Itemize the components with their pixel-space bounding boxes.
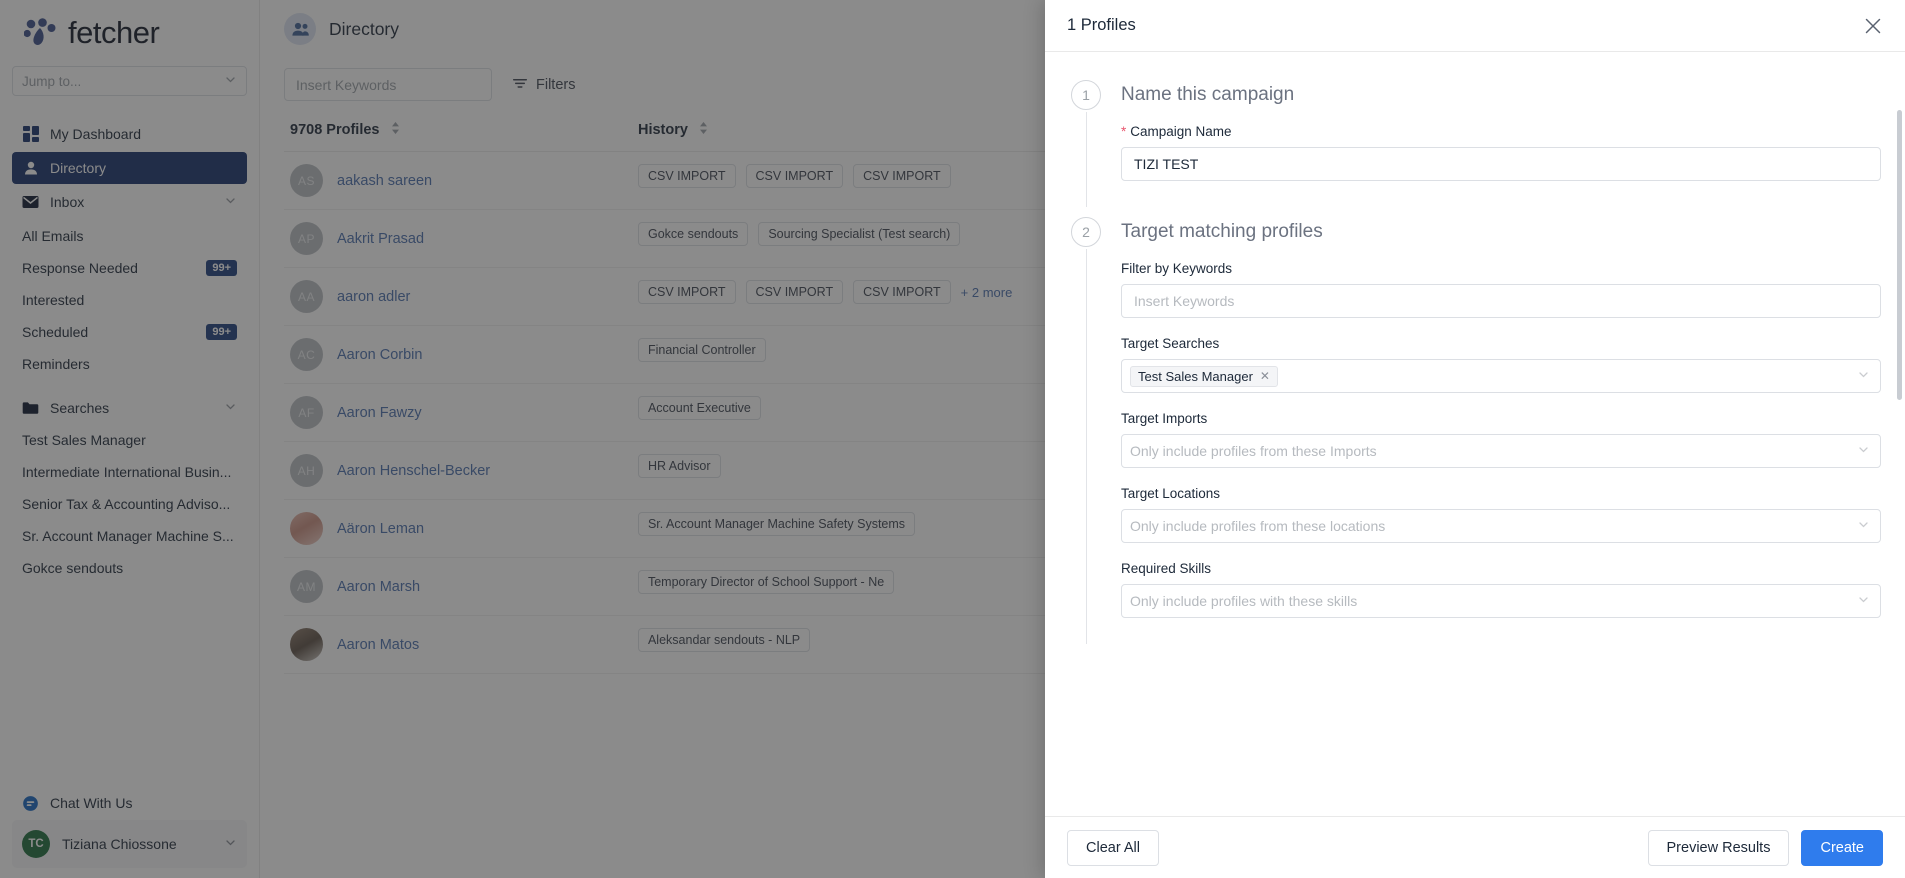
step-connector [1085,112,1087,207]
field-target-searches: Target Searches Test Sales Manager ✕ [1121,336,1881,393]
step-title: Target matching profiles [1121,221,1323,242]
required-indicator: * [1121,124,1127,139]
create-button[interactable]: Create [1801,829,1883,866]
drawer-header: 1 Profiles [1045,0,1905,52]
drawer-title: 1 Profiles [1067,16,1136,34]
select-placeholder: Only include profiles with these skills [1130,593,1358,609]
field-label: Target Searches [1121,336,1220,351]
field-label: Filter by Keywords [1121,261,1233,276]
field-label: Target Locations [1121,486,1221,501]
field-label: Target Imports [1121,411,1208,426]
chevron-down-icon [1857,368,1870,384]
drawer-footer: Clear All Preview Results Create [1045,816,1905,878]
target-searches-select[interactable]: Test Sales Manager ✕ [1121,359,1881,393]
step-number: 1 [1071,80,1101,110]
app-root: fetcher Jump to... [0,0,1905,878]
field-required-skills: Required Skills Only include profiles wi… [1121,561,1881,618]
step-title: Name this campaign [1121,84,1295,105]
field-campaign-name: * Campaign Name [1121,124,1881,181]
selected-tag[interactable]: Test Sales Manager ✕ [1130,365,1278,387]
target-imports-select[interactable]: Only include profiles from these Imports [1121,434,1881,468]
step-content: Name this campaign * Campaign Name [1121,80,1881,207]
step-content: Target matching profiles Filter by Keywo… [1121,217,1881,644]
step-indicator: 1 [1069,80,1103,207]
step-indicator: 2 [1069,217,1103,644]
filter-keywords-input[interactable] [1121,284,1881,318]
field-label: * Campaign Name [1121,124,1881,139]
step-name-campaign: 1 Name this campaign * Campaign Name [1045,52,1905,207]
close-icon[interactable] [1863,16,1883,36]
create-campaign-drawer: 1 Profiles 1 Name this campaign * Campai… [1045,0,1905,878]
target-locations-select[interactable]: Only include profiles from these locatio… [1121,509,1881,543]
required-skills-select[interactable]: Only include profiles with these skills [1121,584,1881,618]
chevron-down-icon [1857,593,1870,609]
chevron-down-icon [1857,443,1870,459]
field-label: Required Skills [1121,561,1212,576]
select-placeholder: Only include profiles from these locatio… [1130,518,1386,534]
step-target-profiles: 2 Target matching profiles Filter by Key… [1045,207,1905,644]
drawer-body: 1 Name this campaign * Campaign Name TIZ… [1045,52,1905,816]
remove-tag-icon[interactable]: ✕ [1260,370,1270,382]
step-number: 2 [1071,217,1101,247]
clear-all-button[interactable]: Clear All [1067,829,1159,866]
select-placeholder: Only include profiles from these Imports [1130,443,1377,459]
campaign-name-input[interactable] [1121,147,1881,181]
field-target-imports: Target Imports Only include profiles fro… [1121,411,1881,468]
chevron-down-icon [1857,518,1870,534]
field-label-text: Campaign Name [1130,124,1232,139]
field-filter-keywords: Filter by Keywords [1121,261,1881,318]
preview-results-button[interactable]: Preview Results [1647,829,1790,866]
field-target-locations: Target Locations Only include profiles f… [1121,486,1881,543]
tag-label: Test Sales Manager [1138,368,1253,384]
step-connector [1085,249,1087,644]
